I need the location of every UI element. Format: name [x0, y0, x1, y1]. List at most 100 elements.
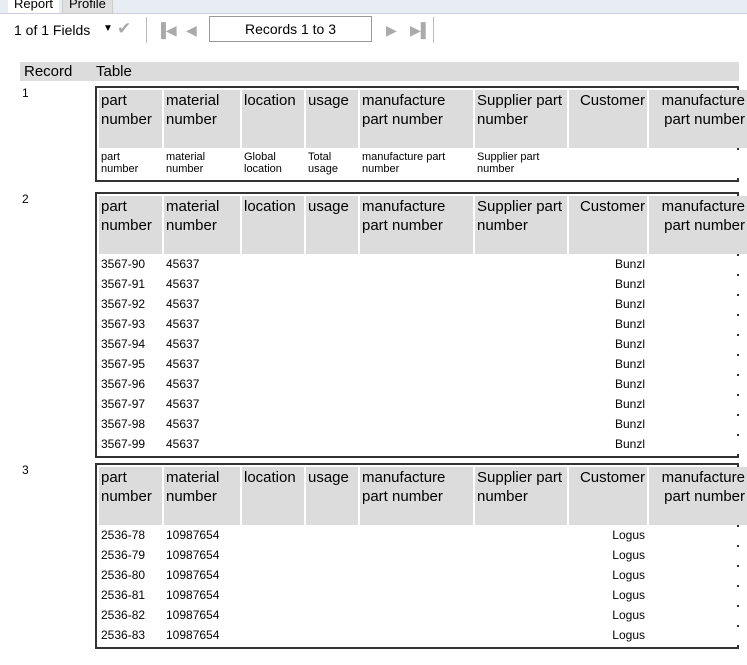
table-cell[interactable]: 2536-80 [99, 567, 162, 585]
table-cell[interactable]: Logus [569, 547, 647, 565]
table-cell[interactable] [649, 316, 747, 334]
table-cell[interactable]: Bunzl [569, 396, 647, 414]
table-cell[interactable] [649, 336, 747, 354]
table-cell[interactable]: Total usage [306, 150, 358, 178]
table-cell[interactable] [475, 296, 567, 314]
table-cell[interactable] [306, 416, 358, 434]
table-cell[interactable]: Global location [242, 150, 304, 178]
column-header[interactable]: Supplier part number [475, 196, 567, 254]
table-cell[interactable]: Logus [569, 527, 647, 545]
table-cell[interactable] [649, 567, 747, 585]
table-cell[interactable]: part number [99, 150, 162, 178]
table-cell[interactable]: material number [164, 150, 240, 178]
table-cell[interactable]: Logus [569, 607, 647, 625]
table-cell[interactable]: 3567-99 [99, 436, 162, 454]
table-cell[interactable] [475, 256, 567, 274]
check-icon[interactable]: ✔ [117, 19, 131, 39]
column-header[interactable]: manufacture part number [649, 90, 747, 148]
table-cell[interactable]: 3567-95 [99, 356, 162, 374]
table-cell[interactable]: Bunzl [569, 436, 647, 454]
table-cell[interactable]: Bunzl [569, 416, 647, 434]
table-cell[interactable]: 45637 [164, 296, 240, 314]
table-cell[interactable] [242, 587, 304, 605]
next-record-icon[interactable]: ▶ [386, 22, 397, 39]
table-cell[interactable] [475, 567, 567, 585]
table-cell[interactable] [649, 356, 747, 374]
table-cell[interactable] [649, 150, 747, 178]
table-cell[interactable]: Bunzl [569, 276, 647, 294]
column-header[interactable]: usage [306, 467, 358, 525]
table-cell[interactable] [306, 296, 358, 314]
table-cell[interactable]: Bunzl [569, 336, 647, 354]
table-cell[interactable]: Bunzl [569, 256, 647, 274]
table-cell[interactable]: 3567-90 [99, 256, 162, 274]
table-cell[interactable] [242, 256, 304, 274]
table-cell[interactable] [475, 627, 567, 645]
column-header[interactable]: Customer [569, 467, 647, 525]
table-cell[interactable]: manufacture part number [360, 150, 473, 178]
table-cell[interactable] [475, 416, 567, 434]
table-cell[interactable] [306, 396, 358, 414]
column-header[interactable]: Customer [569, 196, 647, 254]
table-cell[interactable] [360, 416, 473, 434]
table-cell[interactable] [360, 396, 473, 414]
table-cell[interactable] [242, 336, 304, 354]
table-cell[interactable]: 3567-96 [99, 376, 162, 394]
table-cell[interactable] [649, 627, 747, 645]
column-header[interactable]: usage [306, 90, 358, 148]
column-header[interactable]: manufacture part number [360, 467, 473, 525]
table-cell[interactable]: 2536-78 [99, 527, 162, 545]
column-header[interactable]: part number [99, 196, 162, 254]
table-cell[interactable] [649, 587, 747, 605]
table-cell[interactable] [475, 527, 567, 545]
column-header[interactable]: material number [164, 90, 240, 148]
table-cell[interactable] [242, 316, 304, 334]
table-cell[interactable] [360, 527, 473, 545]
table-cell[interactable] [649, 396, 747, 414]
column-header[interactable]: usage [306, 196, 358, 254]
table-cell[interactable] [306, 436, 358, 454]
table-cell[interactable] [360, 627, 473, 645]
table-cell[interactable] [360, 256, 473, 274]
table-cell[interactable] [242, 627, 304, 645]
column-header[interactable]: Supplier part number [475, 90, 567, 148]
table-cell[interactable] [475, 316, 567, 334]
tab-profile[interactable]: Profile [62, 0, 113, 14]
table-cell[interactable] [360, 607, 473, 625]
tab-report[interactable]: Report [8, 0, 60, 13]
table-cell[interactable]: 2536-81 [99, 587, 162, 605]
table-cell[interactable] [475, 396, 567, 414]
table-cell[interactable]: 45637 [164, 316, 240, 334]
table-cell[interactable] [306, 256, 358, 274]
table-cell[interactable] [306, 376, 358, 394]
table-cell[interactable] [360, 276, 473, 294]
table-cell[interactable] [306, 316, 358, 334]
table-cell[interactable]: Bunzl [569, 316, 647, 334]
column-header[interactable]: location [242, 196, 304, 254]
table-cell[interactable] [306, 587, 358, 605]
chevron-down-icon[interactable]: ▼ [103, 23, 113, 34]
table-cell[interactable]: 10987654 [164, 527, 240, 545]
table-cell[interactable]: 2536-79 [99, 547, 162, 565]
fields-selector[interactable]: 1 of 1 Fields [14, 22, 90, 38]
table-cell[interactable]: 3567-91 [99, 276, 162, 294]
first-record-icon[interactable]: ▐◀ [156, 22, 177, 39]
table-cell[interactable]: 10987654 [164, 607, 240, 625]
table-cell[interactable]: Logus [569, 567, 647, 585]
table-cell[interactable] [475, 587, 567, 605]
column-header[interactable]: manufacture part number [649, 467, 747, 525]
table-cell[interactable]: 45637 [164, 416, 240, 434]
table-cell[interactable] [649, 436, 747, 454]
column-header[interactable]: part number [99, 467, 162, 525]
table-cell[interactable] [306, 627, 358, 645]
table-cell[interactable] [649, 527, 747, 545]
table-cell[interactable] [649, 276, 747, 294]
table-cell[interactable] [649, 607, 747, 625]
table-cell[interactable] [242, 276, 304, 294]
table-cell[interactable]: Logus [569, 627, 647, 645]
previous-record-icon[interactable]: ◀ [186, 22, 197, 39]
column-header[interactable]: manufacture part number [360, 196, 473, 254]
column-header[interactable]: manufacture part number [649, 196, 747, 254]
table-cell[interactable]: Bunzl [569, 376, 647, 394]
table-cell[interactable]: Supplier part number [475, 150, 567, 178]
